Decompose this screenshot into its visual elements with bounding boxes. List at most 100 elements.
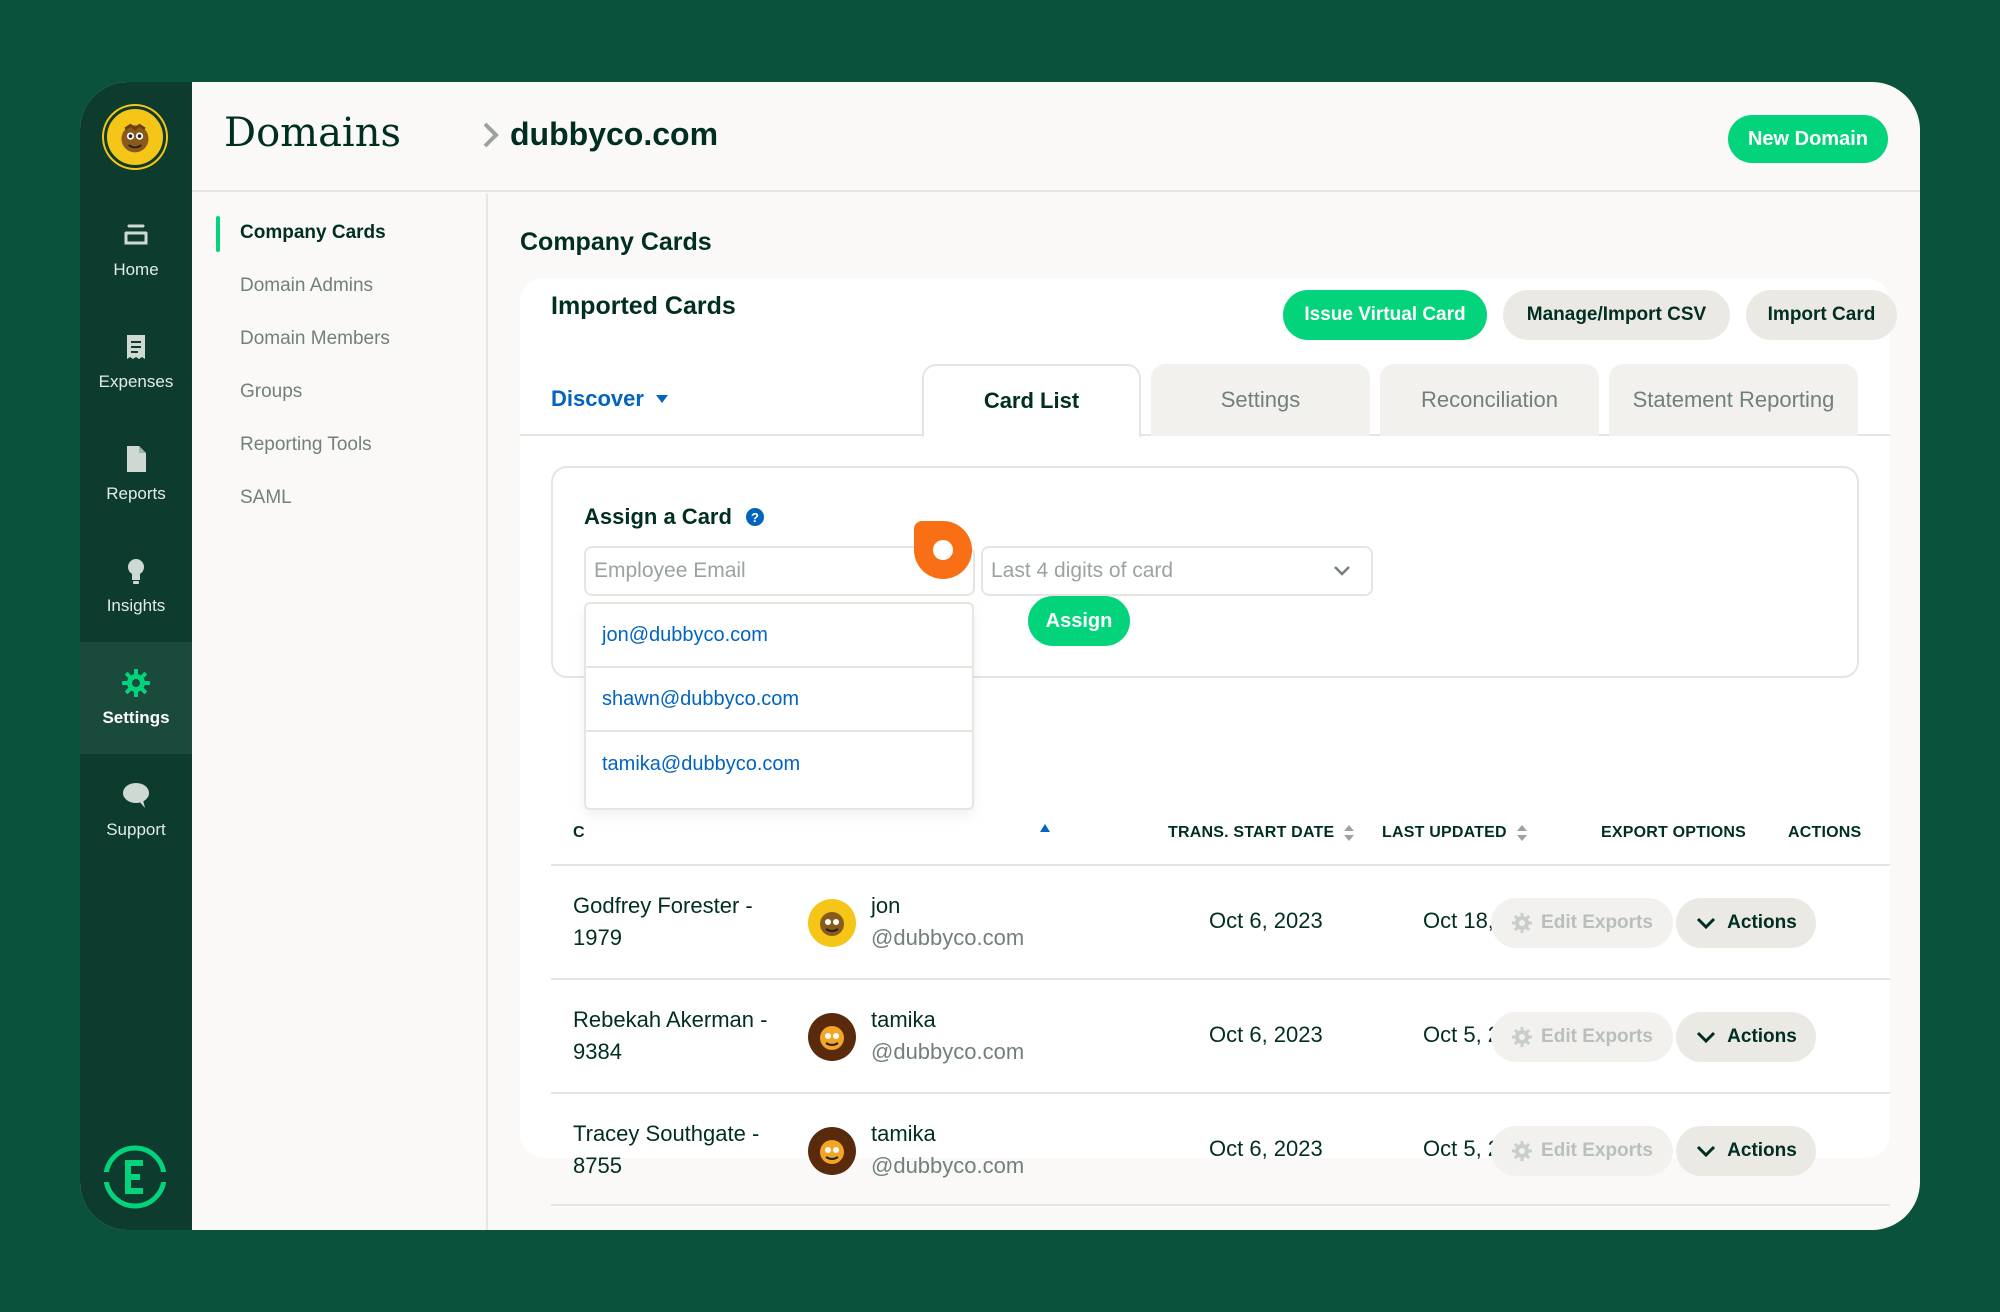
edit-exports-button[interactable]: Edit Exports <box>1491 1012 1673 1062</box>
trans-start-date: Oct 6, 2023 <box>1209 908 1323 933</box>
subnav-reporting-tools[interactable]: Reporting Tools <box>240 434 372 456</box>
card-feed-label: Discover <box>551 386 644 411</box>
app-window: Home Expenses Reports Insights Settings … <box>80 82 1920 1230</box>
col-header-export-options-label: EXPORT OPTIONS <box>1601 824 1747 841</box>
page-header: Domains dubbyco.com New Domain <box>192 82 1920 192</box>
edit-exports-label: Edit Exports <box>1541 1140 1653 1161</box>
table-row[interactable]: Rebekah Akerman - 9384 tamika @dubbyco.c… <box>551 978 1890 1092</box>
col-header-trans-start[interactable]: TRANS. START DATE <box>1168 824 1355 842</box>
nav-reports[interactable]: Reports <box>80 418 192 530</box>
breadcrumb-domains[interactable]: Domains <box>224 110 401 156</box>
assign-card-heading: Assign a Card ? <box>584 504 764 530</box>
user-avatar-icon <box>808 1013 856 1061</box>
lightbulb-icon <box>128 559 144 584</box>
subnav-domain-admins[interactable]: Domain Admins <box>240 275 373 297</box>
assignee: jon @dubbyco.com <box>871 890 1024 954</box>
tab-settings[interactable]: Settings <box>1151 364 1370 436</box>
imported-cards-title: Imported Cards <box>551 292 736 320</box>
chat-bubble-icon <box>123 783 149 808</box>
table-row[interactable]: Tracey Southgate - 8755 tamika @dubbyco.… <box>551 1092 1890 1206</box>
email-suggestion-dropdown: jon@dubbyco.com shawn@dubbyco.com tamika… <box>584 602 974 810</box>
col-header-last-updated[interactable]: LAST UPDATED <box>1382 824 1527 842</box>
import-card-button[interactable]: Import Card <box>1746 290 1897 340</box>
tab-card-list[interactable]: Card List <box>922 364 1141 438</box>
chevron-right-icon <box>483 122 499 148</box>
col-header-actions: ACTIONS <box>1788 824 1861 842</box>
subnav-domain-members[interactable]: Domain Members <box>240 328 390 350</box>
sort-icon <box>1344 825 1355 841</box>
trans-start-date: Oct 6, 2023 <box>1209 1022 1323 1047</box>
manage-import-csv-button[interactable]: Manage/Import CSV <box>1503 290 1730 340</box>
email-suggestion[interactable]: jon@dubbyco.com <box>586 604 972 668</box>
breadcrumb-current-domain: dubbyco.com <box>510 116 719 152</box>
workspace-avatar-icon <box>108 110 162 164</box>
nav-settings[interactable]: Settings <box>80 642 192 754</box>
edit-exports-label: Edit Exports <box>1541 912 1653 933</box>
issue-virtual-card-button[interactable]: Issue Virtual Card <box>1283 290 1487 340</box>
nav-home-label: Home <box>113 260 159 279</box>
tab-statement-reporting[interactable]: Statement Reporting <box>1609 364 1858 436</box>
help-icon[interactable]: ? <box>745 508 764 526</box>
assignee-name: jon <box>871 893 901 918</box>
trans-start-date: Oct 6, 2023 <box>1209 1136 1323 1161</box>
assignee-name: tamika <box>871 1007 936 1032</box>
workspace-avatar[interactable] <box>104 106 166 168</box>
nav-expenses-label: Expenses <box>98 372 174 391</box>
subnav-active-indicator <box>216 216 220 252</box>
table-row[interactable]: Godfrey Forester - 1979 jon @dubbyco.com… <box>551 864 1890 978</box>
new-domain-button[interactable]: New Domain <box>1727 115 1888 163</box>
col-header-export-options: EXPORT OPTIONS <box>1601 824 1746 842</box>
assign-button[interactable]: Assign <box>1028 596 1130 646</box>
nav-rail: Home Expenses Reports Insights Settings … <box>80 82 192 1230</box>
tab-reconciliation[interactable]: Reconciliation <box>1380 364 1599 436</box>
card-digits-select[interactable]: Last 4 digits of card <box>981 546 1373 596</box>
assign-card-title: Assign a Card <box>584 504 732 529</box>
actions-button[interactable]: Actions <box>1676 1126 1816 1176</box>
col-header-actions-label: ACTIONS <box>1788 824 1862 841</box>
user-avatar-icon <box>808 1127 856 1175</box>
col-header-card[interactable]: C <box>573 824 585 842</box>
subnav-saml[interactable]: SAML <box>240 487 292 509</box>
nav-reports-label: Reports <box>106 484 166 503</box>
page-title: Company Cards <box>520 228 712 256</box>
edit-exports-button[interactable]: Edit Exports <box>1491 1126 1673 1176</box>
col-header-last-updated-label: LAST UPDATED <box>1382 824 1507 841</box>
nav-support[interactable]: Support <box>80 754 192 866</box>
actions-label: Actions <box>1727 912 1797 933</box>
actions-button[interactable]: Actions <box>1676 898 1816 948</box>
chevron-down-icon <box>1697 1145 1716 1158</box>
expensify-logo-icon <box>102 1145 168 1209</box>
employee-email-placeholder: Employee Email <box>594 559 746 582</box>
card-name: Godfrey Forester - 1979 <box>573 893 753 950</box>
chevron-down-icon <box>1334 566 1350 576</box>
nav-expenses[interactable]: Expenses <box>80 306 192 418</box>
nav-insights-label: Insights <box>106 596 166 615</box>
subnav-groups[interactable]: Groups <box>240 381 302 403</box>
avatar <box>807 1126 857 1176</box>
sort-asc-icon[interactable] <box>1040 824 1050 832</box>
avatar <box>807 898 857 948</box>
assignee-domain: @dubbyco.com <box>871 1153 1025 1178</box>
inbox-icon <box>124 224 148 245</box>
card-feed-selector[interactable]: Discover <box>551 386 668 412</box>
gear-icon <box>122 669 150 697</box>
gear-icon <box>1512 913 1533 933</box>
nav-home[interactable]: Home <box>80 194 192 306</box>
avatar <box>807 1012 857 1062</box>
email-suggestion[interactable]: shawn@dubbyco.com <box>586 668 972 732</box>
edit-exports-button[interactable]: Edit Exports <box>1491 898 1673 948</box>
settings-subnav: Company Cards Domain Admins Domain Membe… <box>192 194 488 1230</box>
nav-insights[interactable]: Insights <box>80 530 192 642</box>
actions-button[interactable]: Actions <box>1676 1012 1816 1062</box>
edit-exports-label: Edit Exports <box>1541 1026 1653 1047</box>
assignee-domain: @dubbyco.com <box>871 1039 1025 1064</box>
email-suggestion[interactable]: tamika@dubbyco.com <box>586 732 972 796</box>
chevron-down-icon <box>1697 1031 1716 1044</box>
caret-down-icon <box>655 395 668 403</box>
card-name: Rebekah Akerman - 9384 <box>573 1007 768 1064</box>
gear-icon <box>1512 1027 1533 1047</box>
nav-support-label: Support <box>106 820 166 839</box>
document-icon <box>127 446 146 472</box>
subnav-company-cards[interactable]: Company Cards <box>240 222 386 244</box>
receipt-icon <box>127 335 145 359</box>
